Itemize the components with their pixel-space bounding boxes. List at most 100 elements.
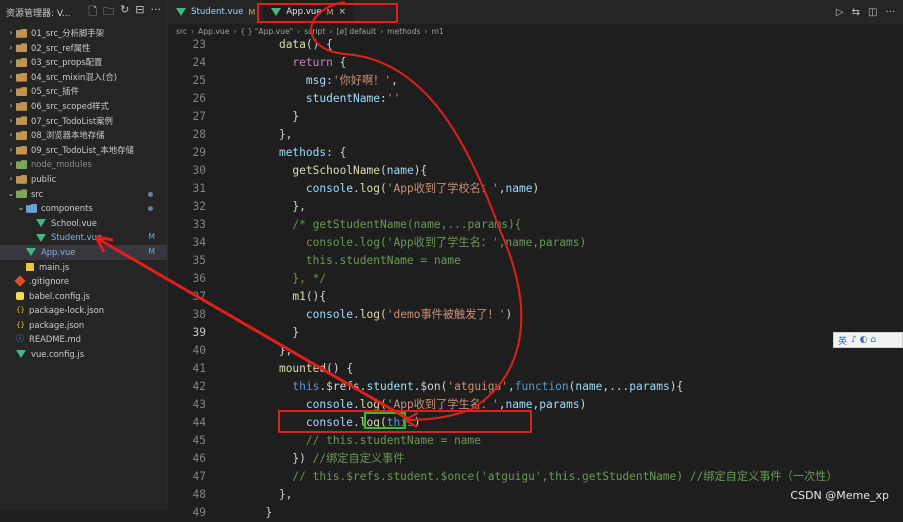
file-tree-item[interactable]: › 07_src_TodoList案例	[0, 114, 167, 129]
code-line[interactable]: 49 }	[168, 504, 903, 522]
file-tree-item[interactable]: › 09_src_TodoList_本地存储	[0, 143, 167, 158]
breadcrumb-item[interactable]: script	[304, 27, 325, 36]
code-line[interactable]: 30 getSchoolName(name){	[168, 162, 903, 180]
file-tree-label: 09_src_TodoList_本地存储	[31, 144, 134, 155]
code-line[interactable]: 46 }) //绑定自定义事件	[168, 450, 903, 468]
file-tree-item[interactable]: {} package-lock.json	[0, 303, 167, 318]
code-text: }, */	[252, 272, 327, 285]
code-text: console.log('App收到了学生名：',name,params)	[305, 398, 587, 411]
breadcrumb-item[interactable]: m1	[432, 27, 444, 36]
line-number: 28	[192, 128, 206, 141]
code-line[interactable]: 25 msg:'你好啊！',	[168, 72, 903, 90]
file-tree-item[interactable]: › node_modules	[0, 157, 167, 172]
chevron-right-icon: ›	[9, 42, 13, 52]
code-line[interactable]: 43 console.log('App收到了学生名：',name,params)	[168, 396, 903, 414]
modified-badge: M	[248, 7, 256, 17]
file-tree-item[interactable]: .gitignore	[0, 274, 167, 289]
vue-file-icon	[26, 248, 36, 257]
modified-badge: M	[326, 7, 334, 17]
file-tree-item[interactable]: babel.config.js	[0, 289, 167, 304]
ime-toolbar[interactable]: 英 ♪ ◐ ⌂	[833, 332, 903, 348]
code-line[interactable]: 28 },	[168, 126, 903, 144]
file-tree-item[interactable]: App.vue M	[0, 244, 167, 260]
file-tree-item[interactable]: School.vue	[0, 216, 167, 231]
code-line[interactable]: 42 this.$refs.student.$on('atguigu',func…	[168, 378, 903, 396]
code-editor[interactable]: 23 data() {24 return {25 msg:'你好啊！', 26 s…	[168, 36, 903, 519]
new-file-icon[interactable]: 🗋	[88, 3, 97, 22]
tab-student-vue[interactable]: Student.vue M	[168, 0, 263, 24]
run-icon[interactable]: ▷	[836, 7, 844, 18]
file-tree-item[interactable]: › 06_src_scoped样式	[0, 99, 167, 114]
close-tab-icon[interactable]: ×	[339, 7, 347, 17]
code-line[interactable]: 41 mounted() {	[168, 360, 903, 378]
code-line[interactable]: 23 data() {	[168, 36, 903, 54]
line-number: 32	[192, 200, 206, 213]
line-number: 26	[192, 92, 206, 105]
code-text: console.log('App收到了学校名：',name)	[305, 182, 540, 195]
file-tree-label: 08_浏览器本地存储	[31, 130, 105, 141]
file-tree-item[interactable]: › public	[0, 172, 167, 187]
code-text: console.log('App收到了学生名：',name,params)	[252, 236, 587, 249]
file-tree-item[interactable]: main.js	[0, 260, 167, 275]
line-number: 30	[192, 164, 206, 177]
code-line[interactable]: 31 console.log('App收到了学校名：',name)	[168, 180, 903, 198]
code-line[interactable]: 35 this.studentName = name	[168, 252, 903, 270]
refresh-icon[interactable]: ↻	[120, 3, 129, 22]
code-line[interactable]: 44 console.log(this)	[168, 414, 903, 432]
folder-icon	[16, 28, 27, 38]
tab-app-vue[interactable]: App.vue M ×	[263, 0, 355, 24]
breadcrumb-separator: ›	[424, 26, 428, 36]
line-number: 34	[192, 236, 206, 249]
code-line[interactable]: 32 },	[168, 198, 903, 216]
code-line[interactable]: 27 }	[168, 108, 903, 126]
code-line[interactable]: 40 },	[168, 342, 903, 360]
breadcrumb-item[interactable]: src	[176, 27, 187, 36]
file-tree-item[interactable]: ⌄ src	[0, 187, 167, 202]
code-line[interactable]: 37 m1(){	[168, 288, 903, 306]
breadcrumb-separator: ›	[297, 26, 301, 36]
file-tree-item[interactable]: ⓘ README.md	[0, 332, 167, 347]
code-text: },	[252, 200, 306, 213]
js-file-icon	[26, 262, 34, 271]
file-tree-label: 03_src_props配置	[31, 57, 103, 68]
code-line[interactable]: 24 return {	[168, 54, 903, 72]
breadcrumb-item[interactable]: [ø] default	[336, 27, 376, 36]
file-tree-item[interactable]: Student.vue M	[0, 230, 167, 245]
more-actions-icon[interactable]: ···	[151, 3, 162, 22]
code-line[interactable]: 39 }	[168, 324, 903, 342]
file-tree-label: Student.vue	[51, 232, 103, 243]
code-line[interactable]: 33 /* getStudentName(name,...params){	[168, 216, 903, 234]
file-tree-item[interactable]: › 08_浏览器本地存储	[0, 128, 167, 143]
breadcrumb-item[interactable]: { } "App.vue"	[240, 27, 293, 36]
code-line[interactable]: 26 studentName:''	[168, 90, 903, 108]
file-tree-label: App.vue	[41, 246, 76, 257]
file-tree-item[interactable]: vue.config.js	[0, 347, 167, 362]
file-tree-item[interactable]: › 01_src_分析脚手架	[0, 26, 167, 41]
compare-icon[interactable]: ⇆	[852, 7, 860, 18]
new-folder-icon[interactable]: 🗀	[103, 3, 114, 22]
explorer-title: 资源管理器: V...	[6, 8, 71, 19]
more-icon[interactable]: ···	[885, 7, 895, 18]
file-tree-label: 07_src_TodoList案例	[31, 115, 113, 126]
file-tree-item[interactable]: {} package.json	[0, 318, 167, 333]
collapse-all-icon[interactable]: ⊟	[135, 3, 144, 22]
breadcrumb-item[interactable]: methods	[387, 27, 420, 36]
line-number: 44	[192, 416, 206, 429]
code-line[interactable]: 29 methods: {	[168, 144, 903, 162]
code-line[interactable]: 38 console.log('demo事件被触发了！')	[168, 306, 903, 324]
file-tree-item[interactable]: › 02_src_ref属性	[0, 41, 167, 56]
changes-dot	[148, 191, 153, 197]
code-line[interactable]: 36 }, */	[168, 270, 903, 288]
code-line[interactable]: 47 // this.$refs.student.$once('atguigu'…	[168, 468, 903, 486]
breadcrumb-item[interactable]: App.vue	[198, 27, 229, 36]
folder-icon	[16, 43, 27, 53]
file-tree-item[interactable]: › 03_src_props配置	[0, 55, 167, 70]
file-tree-item[interactable]: › 05_src_插件	[0, 84, 167, 99]
file-tree-item[interactable]: › 04_src_mixin混入(合)	[0, 70, 167, 85]
file-tree-item[interactable]: ⌄ components	[0, 201, 167, 216]
line-number: 48	[192, 488, 206, 501]
split-editor-icon[interactable]: ◫	[868, 7, 877, 18]
line-number: 46	[192, 452, 206, 465]
code-line[interactable]: 45 // this.studentName = name	[168, 432, 903, 450]
code-line[interactable]: 34 console.log('App收到了学生名：',name,params)	[168, 234, 903, 252]
